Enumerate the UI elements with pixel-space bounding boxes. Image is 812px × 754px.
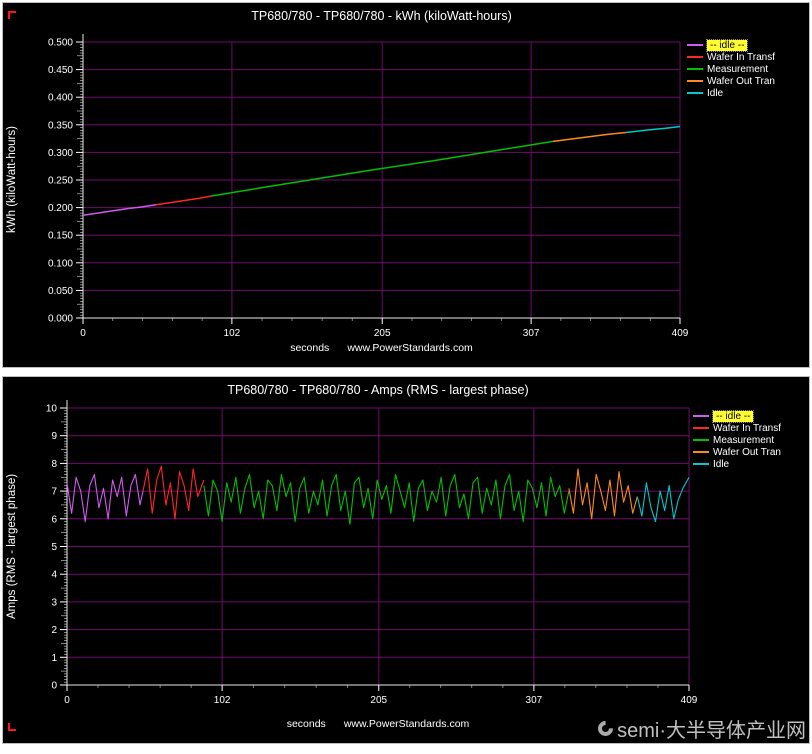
red-cursor-marker (8, 11, 16, 19)
y-tick-label: 10 (46, 404, 58, 415)
chart-title: TP680/780 - TP680/780 - Amps (RMS - larg… (67, 383, 689, 397)
series-wafer-in-transfer (143, 466, 204, 519)
legend-label: -- idle -- (713, 411, 753, 422)
legend-label: Wafer Out Tran (707, 76, 775, 87)
y-tick-label: 5 (51, 542, 57, 553)
series-idle-end (626, 127, 680, 133)
x-axis-label: seconds (287, 718, 326, 730)
y-tick-label: 0.450 (48, 65, 73, 76)
series-idle-start (83, 205, 156, 216)
x-tick-label: 0 (64, 695, 70, 706)
footer-url: www.PowerStandards.com (344, 718, 469, 730)
y-tick-label: 0.050 (48, 286, 73, 297)
series-idle-end (637, 477, 689, 521)
legend-line-sample (693, 439, 709, 441)
legend-label: Idle (707, 88, 723, 99)
legend-line-sample (687, 56, 703, 58)
x-axis-label: seconds (290, 342, 329, 354)
x-tick-label: 0 (80, 328, 86, 339)
series-wafer-out-transfer (569, 469, 637, 519)
y-tick-label: 0.350 (48, 120, 73, 131)
x-tick-label: 205 (370, 695, 387, 706)
legend-label: Idle (713, 459, 729, 470)
y-tick-label: 7 (51, 487, 57, 498)
footer-url: www.PowerStandards.com (347, 342, 472, 354)
x-axis-caption: seconds www.PowerStandards.com (67, 718, 689, 730)
y-axis-label: kWh (kiloWatt-hours) (6, 42, 23, 318)
legend-item-4: Idle (687, 87, 775, 99)
y-tick-label: 0 (51, 681, 57, 692)
y-tick-label: 1 (51, 653, 57, 664)
legend-line-sample (687, 68, 703, 70)
legend-line-sample (687, 44, 703, 46)
y-tick-label: 9 (51, 431, 57, 442)
legend-label: Measurement (707, 64, 768, 75)
legend-item-0: -- idle -- (687, 39, 775, 51)
legend-item-2: Measurement (693, 434, 781, 446)
y-tick-label: 0.500 (48, 38, 73, 49)
legend-line-sample (693, 451, 709, 453)
y-tick-label: 0.300 (48, 148, 73, 159)
y-tick-label: 4 (51, 570, 57, 581)
legend-line-sample (693, 463, 709, 465)
x-tick-label: 409 (681, 695, 698, 706)
legend-label: -- idle -- (707, 40, 747, 51)
series-wafer-in-transfer (156, 196, 211, 205)
legend-label: Wafer Out Tran (713, 447, 781, 458)
y-tick-label: 3 (51, 597, 57, 608)
legend-item-4: Idle (693, 458, 781, 470)
x-tick-label: 102 (224, 328, 241, 339)
legend: -- idle --Wafer In TransfMeasurementWafe… (687, 39, 775, 99)
legend-line-sample (687, 80, 703, 82)
y-tick-label: 0.100 (48, 258, 73, 269)
series-measurement (204, 475, 569, 525)
legend-item-2: Measurement (687, 63, 775, 75)
legend-line-sample (687, 92, 703, 94)
x-tick-label: 307 (526, 695, 543, 706)
legend-item-0: -- idle -- (693, 410, 781, 422)
x-tick-label: 409 (672, 328, 689, 339)
x-tick-label: 205 (374, 328, 391, 339)
y-tick-label: 6 (51, 514, 57, 525)
legend-label: Measurement (713, 435, 774, 446)
kwh-chart-panel: TP680/780 - TP680/780 - kWh (kiloWatt-ho… (2, 2, 810, 368)
y-tick-label: 0.250 (48, 176, 73, 187)
legend-label: Wafer In Transf (707, 52, 775, 63)
watermark-text: semi·大半导体产业网 (617, 714, 806, 743)
legend: -- idle --Wafer In TransfMeasurementWafe… (693, 410, 781, 470)
y-tick-label: 0.400 (48, 93, 73, 104)
x-axis-caption: seconds www.PowerStandards.com (83, 342, 680, 354)
watermark-logo-icon (595, 718, 616, 739)
red-cursor-marker (8, 723, 16, 731)
legend-line-sample (693, 427, 709, 429)
watermark: semi·大半导体产业网 (598, 714, 806, 743)
y-tick-label: 0.000 (48, 314, 73, 325)
y-tick-label: 2 (51, 625, 57, 636)
legend-item-1: Wafer In Transf (693, 422, 781, 434)
amps-plot-area: 0 1 2 3 4 5 6 7 8 9 10 0 102 205 307 409 (3, 377, 809, 743)
x-tick-label: 102 (214, 695, 231, 706)
amps-chart-panel: TP680/780 - TP680/780 - Amps (RMS - larg… (2, 376, 810, 744)
y-tick-label: 0.150 (48, 231, 73, 242)
x-tick-label: 307 (523, 328, 540, 339)
series-wafer-out-transfer (553, 133, 626, 142)
y-tick-label: 8 (51, 459, 57, 470)
y-axis-label: Amps (RMS - largest phase) (6, 408, 23, 685)
legend-item-3: Wafer Out Tran (693, 446, 781, 458)
legend-item-1: Wafer In Transf (687, 51, 775, 63)
chart-title: TP680/780 - TP680/780 - kWh (kiloWatt-ho… (83, 9, 680, 23)
legend-line-sample (693, 415, 709, 417)
legend-item-3: Wafer Out Tran (687, 75, 775, 87)
series-idle-start (67, 475, 143, 522)
legend-label: Wafer In Transf (713, 423, 781, 434)
y-tick-label: 0.200 (48, 203, 73, 214)
